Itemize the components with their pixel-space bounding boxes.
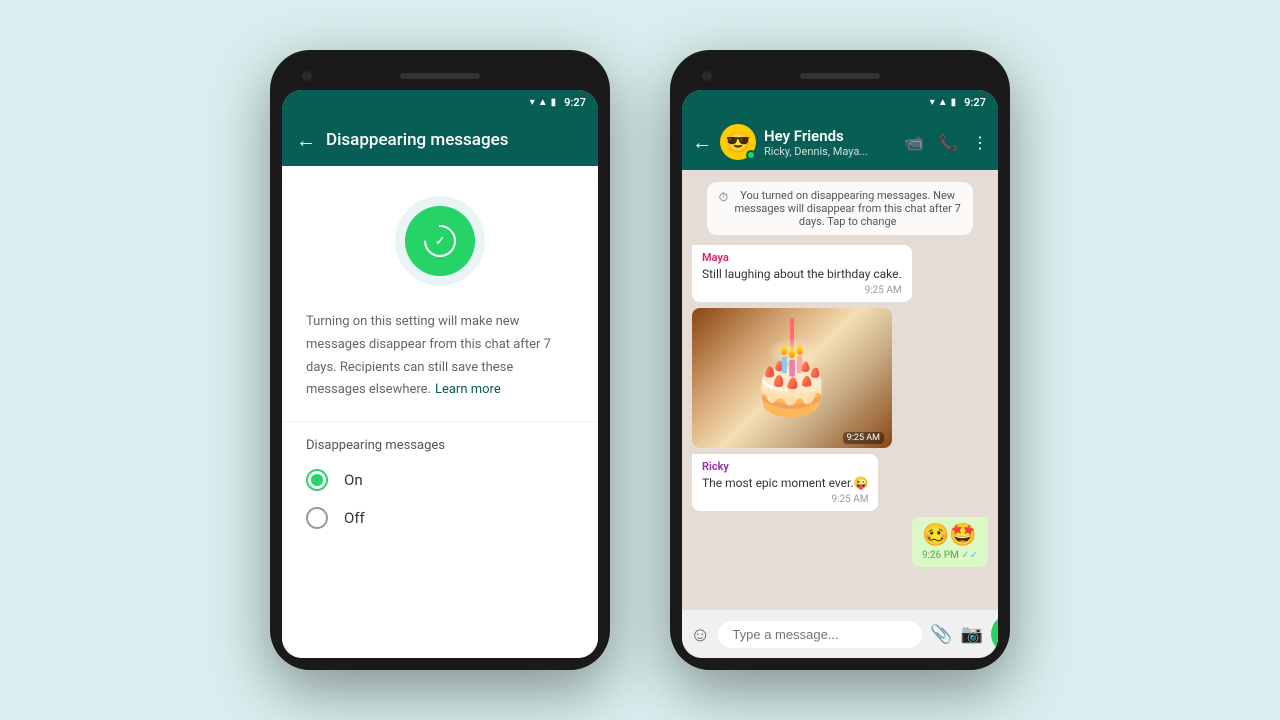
voice-call-icon[interactable]: 📞 (938, 133, 958, 152)
msg-time-ricky: 9:25 AM (702, 494, 868, 505)
signal-icon-1: ▲ (538, 97, 548, 108)
status-bar-2: ▾ ▲ ▮ 9:27 (682, 90, 998, 114)
system-message[interactable]: ⏱ You turned on disappearing messages. N… (707, 182, 973, 235)
phones-container: ▾ ▲ ▮ 9:27 ← Disappearing messages (270, 50, 1010, 670)
video-call-icon[interactable]: 📹 (904, 133, 924, 152)
phone-camera-2 (702, 71, 712, 81)
radio-on-label: On (344, 471, 363, 489)
camera-button[interactable]: 📷 (961, 624, 983, 645)
msg-text-ricky: The most epic moment ever.😜 (702, 475, 868, 492)
radio-on-outer[interactable] (306, 469, 328, 491)
timer-icon: ✓ (422, 223, 458, 259)
msg-time-maya: 9:25 AM (702, 285, 902, 296)
sent-emoji: 🥴🤩 (922, 523, 977, 548)
radio-off-outer[interactable] (306, 507, 328, 529)
radio-off-label: Off (344, 509, 365, 527)
toolbar-chat: ← 😎 Hey Friends Ricky, Dennis, Maya... 📹… (682, 114, 998, 170)
wifi-icon-2: ▾ (930, 97, 935, 108)
phone-1: ▾ ▲ ▮ 9:27 ← Disappearing messages (270, 50, 610, 670)
signal-icon-2: ▲ (938, 97, 948, 108)
status-time-2: 9:27 (964, 96, 986, 109)
learn-more-link[interactable]: Learn more (435, 382, 501, 397)
radio-option-on[interactable]: On (306, 469, 574, 491)
page-title-disappearing: Disappearing messages (326, 130, 584, 150)
system-message-text: You turned on disappearing messages. New… (734, 189, 961, 228)
phone-speaker-2 (800, 73, 880, 79)
timer-circle-inner: ✓ (405, 206, 475, 276)
settings-section-label: Disappearing messages (306, 438, 574, 453)
description-section: Turning on this setting will make new me… (282, 306, 598, 422)
status-icons-1: ▾ ▲ ▮ (530, 97, 556, 108)
message-input[interactable] (718, 621, 922, 648)
chat-body: ⏱ You turned on disappearing messages. N… (682, 170, 998, 610)
back-button-2[interactable]: ← (692, 130, 712, 155)
image-time: 9:25 AM (843, 432, 884, 444)
phone-speaker-1 (400, 73, 480, 79)
chat-members: Ricky, Dennis, Maya... (764, 145, 896, 158)
read-receipt: ✓✓ (961, 550, 978, 561)
emoji-button[interactable]: ☺ (690, 622, 710, 647)
more-options-icon[interactable]: ⋮ (972, 133, 988, 152)
cake-image (692, 308, 892, 448)
phone-2: ▾ ▲ ▮ 9:27 ← 😎 Hey Friends Ricky, Dennis… (670, 50, 1010, 670)
phone-top-bar-2 (682, 62, 998, 90)
radio-option-off[interactable]: Off (306, 507, 574, 529)
mic-button[interactable]: 🎤 (991, 614, 998, 654)
status-bar-1: ▾ ▲ ▮ 9:27 (282, 90, 598, 114)
phone-screen-1: ▾ ▲ ▮ 9:27 ← Disappearing messages (282, 90, 598, 658)
sent-emoji-time: 9:26 PM ✓✓ (922, 550, 978, 561)
status-time-1: 9:27 (564, 96, 586, 109)
sender-maya: Maya (702, 251, 902, 264)
msg-text-maya: Still laughing about the birthday cake. (702, 266, 902, 283)
settings-section: Disappearing messages On Off (282, 422, 598, 561)
chat-actions: 📹 📞 ⋮ (904, 133, 988, 152)
svg-text:✓: ✓ (435, 234, 445, 248)
timer-circle: ✓ (395, 196, 485, 286)
chat-info[interactable]: Hey Friends Ricky, Dennis, Maya... (764, 127, 896, 158)
disappearing-content: ✓ Turning on this setting will make new … (282, 166, 598, 658)
message-maya: Maya Still laughing about the birthday c… (692, 245, 912, 302)
sender-ricky: Ricky (702, 460, 868, 473)
cake-image-container: 9:25 AM (692, 308, 892, 448)
radio-on-inner (311, 474, 323, 486)
message-ricky: Ricky The most epic moment ever.😜 9:25 A… (692, 454, 878, 511)
group-avatar: 😎 (720, 124, 756, 160)
sent-emoji-bubble: 🥴🤩 9:26 PM ✓✓ (912, 517, 988, 567)
phone-top-bar-1 (282, 62, 598, 90)
description-text: Turning on this setting will make new me… (306, 314, 551, 397)
chat-input-bar: ☺ 📎 📷 🎤 (682, 610, 998, 658)
back-button-1[interactable]: ← (296, 128, 316, 153)
status-icons-2: ▾ ▲ ▮ (930, 97, 956, 108)
battery-icon-2: ▮ (951, 97, 957, 108)
system-timer-icon: ⏱ (719, 190, 728, 205)
image-bubble: 9:25 AM (692, 308, 892, 448)
chat-name: Hey Friends (764, 127, 896, 145)
toolbar-disappearing: ← Disappearing messages (282, 114, 598, 166)
phone-screen-2: ▾ ▲ ▮ 9:27 ← 😎 Hey Friends Ricky, Dennis… (682, 90, 998, 658)
icon-section: ✓ (282, 166, 598, 306)
wifi-icon: ▾ (530, 97, 535, 108)
attach-button[interactable]: 📎 (930, 624, 952, 645)
online-indicator (746, 150, 756, 160)
battery-icon-1: ▮ (551, 97, 557, 108)
phone-camera-1 (302, 71, 312, 81)
